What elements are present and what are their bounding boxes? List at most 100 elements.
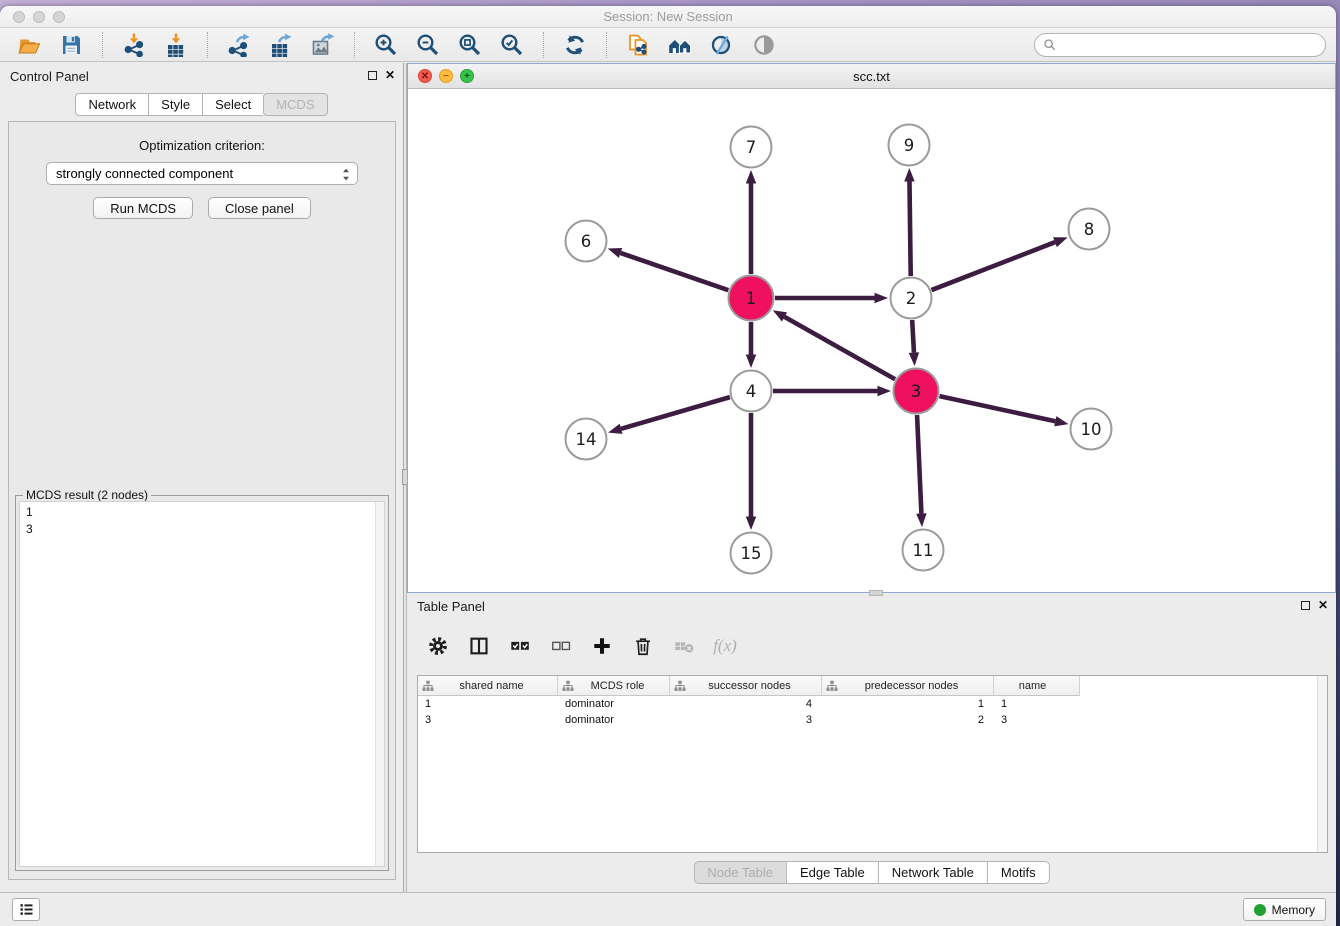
search-input[interactable] xyxy=(1057,35,1325,55)
zoom-in-button[interactable] xyxy=(371,30,401,60)
table-tab-motifs[interactable]: Motifs xyxy=(987,861,1050,884)
float-panel-icon[interactable] xyxy=(368,71,377,80)
import-table-button[interactable] xyxy=(161,30,191,60)
zoom-selected-button[interactable] xyxy=(497,30,527,60)
column-header-successor-nodes[interactable]: successor nodes xyxy=(670,676,822,696)
edge-1-7[interactable] xyxy=(746,170,757,274)
first-neighbors-button[interactable] xyxy=(665,30,695,60)
node-label: 3 xyxy=(911,382,922,401)
export-image-button[interactable] xyxy=(308,30,338,60)
node-8[interactable]: 8 xyxy=(1069,209,1110,250)
edge-3-11[interactable] xyxy=(916,415,926,527)
table-row[interactable]: 3dominator323 xyxy=(418,712,1327,728)
table-cell[interactable]: dominator xyxy=(558,698,670,710)
hierarchy-icon xyxy=(826,680,838,692)
task-history-button[interactable] xyxy=(12,898,40,921)
mcds-result-textarea[interactable]: 13 xyxy=(19,501,385,867)
criterion-dropdown[interactable]: strongly connected component xyxy=(46,162,358,185)
table-scrollbar[interactable] xyxy=(1317,676,1327,852)
export-network-button[interactable] xyxy=(224,30,254,60)
main-area: Control Panel ✕ NetworkStyleSelectMCDS O… xyxy=(0,63,1336,892)
table-row[interactable]: 1dominator411 xyxy=(418,696,1327,712)
node-6[interactable]: 6 xyxy=(566,221,607,262)
run-mcds-button[interactable]: Run MCDS xyxy=(93,197,193,219)
edge-4-15[interactable] xyxy=(746,413,757,530)
close-panel-icon[interactable]: ✕ xyxy=(385,69,395,81)
node-9[interactable]: 9 xyxy=(889,125,930,166)
node-4[interactable]: 4 xyxy=(731,371,772,412)
node-10[interactable]: 10 xyxy=(1071,409,1112,450)
tab-select[interactable]: Select xyxy=(202,93,263,116)
function-builder-button: f(x) xyxy=(712,633,738,659)
edge-2-3[interactable] xyxy=(909,320,919,366)
node-1[interactable]: 1 xyxy=(729,276,774,321)
node-label: 10 xyxy=(1081,420,1102,439)
column-header-mcds-role[interactable]: MCDS role xyxy=(558,676,670,696)
close-table-panel-icon[interactable]: ✕ xyxy=(1318,599,1328,611)
column-header-shared-name[interactable]: shared name xyxy=(418,676,558,696)
edge-2-8[interactable] xyxy=(932,237,1068,290)
add-column-button[interactable] xyxy=(589,633,615,659)
memory-button[interactable]: Memory xyxy=(1243,898,1326,921)
node-11[interactable]: 11 xyxy=(903,530,944,571)
table-cell[interactable]: 3 xyxy=(418,714,558,726)
table-tab-edge-table[interactable]: Edge Table xyxy=(786,861,878,884)
table-cell[interactable]: 3 xyxy=(994,714,1080,726)
zoom-out-button[interactable] xyxy=(413,30,443,60)
result-scrollbar[interactable] xyxy=(375,502,384,866)
table-cell[interactable]: 2 xyxy=(822,714,994,726)
refresh-button[interactable] xyxy=(560,30,590,60)
show-columns-button[interactable] xyxy=(466,633,492,659)
edge-2-9[interactable] xyxy=(904,168,914,276)
result-line: 3 xyxy=(26,521,378,538)
edge-4-3[interactable] xyxy=(773,386,891,397)
table-tab-node-table[interactable]: Node Table xyxy=(693,861,786,884)
import-table-icon xyxy=(164,33,188,57)
network-canvas[interactable]: 7 9 6 8 1 2 4 3 14 10 15 11 xyxy=(408,89,1335,592)
delete-column-button[interactable] xyxy=(630,633,656,659)
node-3[interactable]: 3 xyxy=(894,369,939,414)
zoom-fit-button[interactable] xyxy=(455,30,485,60)
import-network-button[interactable] xyxy=(119,30,149,60)
table-cell[interactable]: 4 xyxy=(670,698,822,710)
tab-style[interactable]: Style xyxy=(148,93,202,116)
edge-3-10[interactable] xyxy=(939,396,1068,426)
save-session-button[interactable] xyxy=(56,30,86,60)
deselect-all-checkboxes-button[interactable] xyxy=(548,633,574,659)
node-14[interactable]: 14 xyxy=(566,419,607,460)
select-all-checkboxes-button[interactable] xyxy=(507,633,533,659)
close-panel-button[interactable]: Close panel xyxy=(208,197,311,219)
edge-3-1[interactable] xyxy=(773,310,895,379)
horizontal-splitter-grip[interactable] xyxy=(869,590,883,596)
table-cell[interactable]: 1 xyxy=(418,698,558,710)
column-header-name[interactable]: name xyxy=(994,676,1080,696)
table-tab-network-table[interactable]: Network Table xyxy=(878,861,987,884)
float-table-panel-icon[interactable] xyxy=(1301,601,1310,610)
edge-1-2[interactable] xyxy=(775,293,888,304)
tab-mcds[interactable]: MCDS xyxy=(263,93,327,116)
tab-network[interactable]: Network xyxy=(75,93,148,116)
table-cell[interactable]: dominator xyxy=(558,714,670,726)
open-file-button[interactable] xyxy=(14,30,44,60)
node-label: 9 xyxy=(904,136,915,155)
mcds-result-group: MCDS result (2 nodes) 13 xyxy=(15,495,389,871)
graphics-details-button[interactable] xyxy=(707,30,737,60)
edge-4-14[interactable] xyxy=(608,397,730,434)
save-session-icon xyxy=(59,33,83,57)
edge-1-6[interactable] xyxy=(608,248,729,290)
table-cell[interactable]: 1 xyxy=(822,698,994,710)
edge-1-4[interactable] xyxy=(746,322,757,368)
network-view[interactable]: 7 9 6 8 1 2 4 3 14 10 15 11 xyxy=(408,89,1335,592)
column-header-predecessor-nodes[interactable]: predecessor nodes xyxy=(822,676,994,696)
table-cell[interactable]: 3 xyxy=(670,714,822,726)
search-icon xyxy=(1043,38,1057,52)
birds-eye-view-icon xyxy=(752,33,776,57)
table-options-gear-button[interactable] xyxy=(425,633,451,659)
node-7[interactable]: 7 xyxy=(731,127,772,168)
birds-eye-view-button[interactable] xyxy=(749,30,779,60)
node-2[interactable]: 2 xyxy=(891,278,932,319)
export-table-button[interactable] xyxy=(266,30,296,60)
clone-network-button[interactable] xyxy=(623,30,653,60)
table-cell[interactable]: 1 xyxy=(994,698,1080,710)
node-15[interactable]: 15 xyxy=(731,533,772,574)
